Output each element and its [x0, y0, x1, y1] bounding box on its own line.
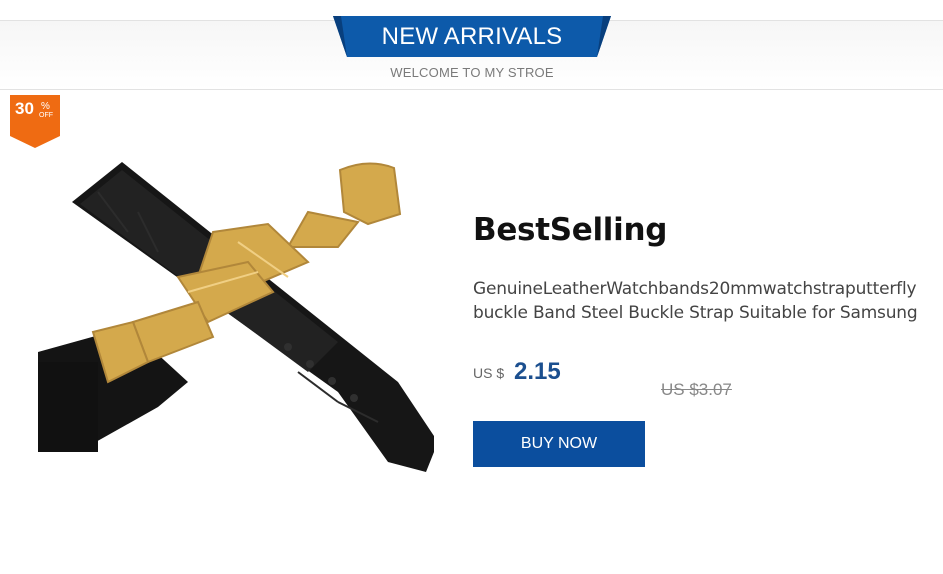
product-heading: BestSelling — [473, 212, 668, 248]
leather-watch-strap-image[interactable] — [38, 152, 438, 532]
percent-sign: % — [41, 101, 50, 112]
description-line: GenuineLeatherWatchbands20mmwatchstraput… — [473, 279, 917, 299]
price-currency: US $ — [473, 365, 505, 381]
new-arrivals-ribbon: NEW ARRIVALS — [333, 16, 611, 57]
price-value: 2.15 — [514, 358, 561, 385]
section-subtitle: WELCOME TO MY STROE — [390, 65, 554, 80]
section-title: NEW ARRIVALS — [381, 23, 563, 50]
original-price: US $3.07 — [661, 380, 732, 399]
discount-badge: 30 % OFF — [10, 95, 60, 148]
description-line: buckle Band Steel Buckle Strap Suitable … — [473, 303, 918, 323]
buy-now-button[interactable]: BUY NOW — [473, 421, 645, 467]
discount-percent: 30 — [15, 99, 34, 118]
off-label: OFF — [39, 112, 53, 119]
product-description[interactable]: GenuineLeatherWatchbands20mmwatchstraput… — [473, 277, 943, 325]
